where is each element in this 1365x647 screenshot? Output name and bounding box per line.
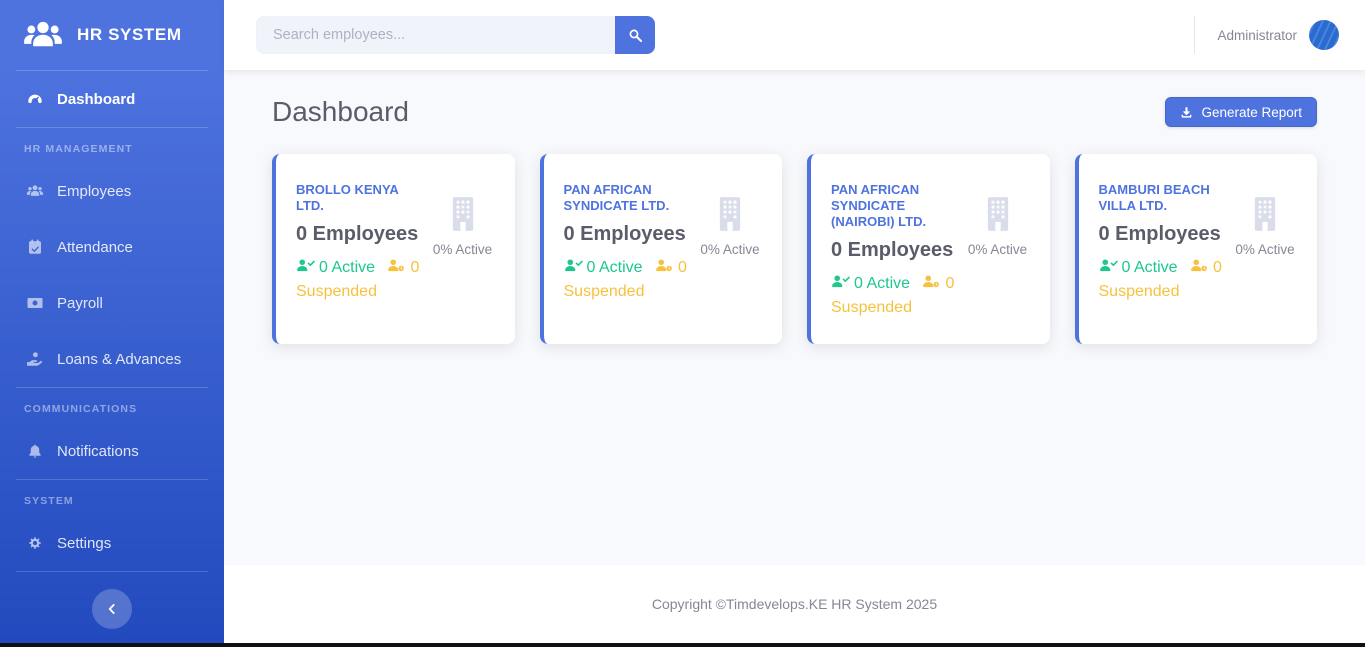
user-clock-icon [655, 259, 678, 276]
sidebar-item-label: Settings [57, 536, 111, 551]
sidebar-heading-hr-management: HR MANAGEMENT [0, 128, 224, 163]
main-column: Administrator Dashboard Generate Report [224, 0, 1365, 643]
percent-active: 0% Active [700, 242, 759, 257]
sidebar-item-settings[interactable]: Settings [0, 515, 224, 571]
generate-report-button[interactable]: Generate Report [1165, 97, 1317, 127]
company-name: BROLLO KENYA LTD. [296, 182, 423, 214]
search-form [256, 16, 655, 54]
user-name: Administrator [1217, 28, 1297, 43]
card-right: 0% Active [964, 182, 1032, 326]
employee-count: 0 Employees [296, 222, 423, 246]
card-badges: 0 Active 0 Suspended [564, 256, 691, 304]
calendar-check-icon [24, 239, 46, 255]
card-left: PAN AFRICAN SYNDICATE (NAIROBI) LTD. 0 E… [831, 182, 958, 326]
hand-holding-dollar-icon [24, 351, 46, 367]
sidebar-item-label: Notifications [57, 444, 139, 459]
company-name: PAN AFRICAN SYNDICATE LTD. [564, 182, 691, 214]
money-bill-icon [24, 295, 46, 311]
building-icon [1251, 196, 1279, 232]
sidebar-collapse-button[interactable] [92, 589, 132, 629]
copyright-text: Copyright ©Timdevelops.KE HR System 2025 [652, 596, 937, 612]
card-left: BROLLO KENYA LTD. 0 Employees 0 Active 0… [296, 182, 423, 326]
sidebar-item-employees[interactable]: Employees [0, 163, 224, 219]
card-left: BAMBURI BEACH VILLA LTD. 0 Employees 0 A… [1099, 182, 1226, 326]
company-card: PAN AFRICAN SYNDICATE (NAIROBI) LTD. 0 E… [807, 154, 1050, 344]
employee-count: 0 Employees [1099, 222, 1226, 246]
company-cards: BROLLO KENYA LTD. 0 Employees 0 Active 0… [272, 154, 1317, 344]
user-check-icon [564, 259, 587, 276]
active-badge: 0 Active [831, 275, 910, 292]
company-card: BAMBURI BEACH VILLA LTD. 0 Employees 0 A… [1075, 154, 1318, 344]
sidebar-item-payroll[interactable]: Payroll [0, 275, 224, 331]
active-badge: 0 Active [296, 259, 375, 276]
avatar [1309, 20, 1339, 50]
percent-active: 0% Active [1235, 242, 1294, 257]
sidebar-item-notifications[interactable]: Notifications [0, 423, 224, 479]
footer: Copyright ©Timdevelops.KE HR System 2025 [224, 565, 1365, 643]
chevron-left-icon [106, 603, 118, 615]
sidebar-item-loans-advances[interactable]: Loans & Advances [0, 331, 224, 387]
company-card: BROLLO KENYA LTD. 0 Employees 0 Active 0… [272, 154, 515, 344]
app-window: HR SYSTEM Dashboard HR MANAGEMENT Employ… [0, 0, 1365, 643]
sidebar-item-dashboard[interactable]: Dashboard [0, 71, 224, 127]
gear-icon [24, 535, 46, 551]
user-check-icon [296, 259, 319, 276]
users-icon [24, 183, 46, 199]
card-badges: 0 Active 0 Suspended [296, 256, 423, 304]
user-check-icon [831, 275, 854, 292]
search-button[interactable] [615, 16, 655, 54]
active-badge: 0 Active [1099, 259, 1178, 276]
user-check-icon [1099, 259, 1122, 276]
building-icon [984, 196, 1012, 232]
bell-icon [24, 443, 46, 459]
user-clock-icon [387, 259, 410, 276]
brand[interactable]: HR SYSTEM [0, 0, 224, 70]
percent-active: 0% Active [968, 242, 1027, 257]
search-icon [628, 28, 643, 43]
brand-title: HR SYSTEM [77, 25, 182, 45]
content: Dashboard Generate Report BROLLO KENYA L… [224, 70, 1365, 565]
sidebar-item-label: Payroll [57, 296, 103, 311]
tachometer-icon [24, 91, 46, 107]
user-clock-icon [1190, 259, 1213, 276]
topbar: Administrator [224, 0, 1365, 70]
sidebar-heading-communications: COMMUNICATIONS [0, 388, 224, 423]
card-right: 0% Active [696, 182, 764, 326]
card-right: 0% Active [429, 182, 497, 326]
generate-report-label: Generate Report [1201, 105, 1302, 120]
window-bottom-edge [0, 643, 1365, 647]
user-menu[interactable]: Administrator [1217, 20, 1339, 50]
card-left: PAN AFRICAN SYNDICATE LTD. 0 Employees 0… [564, 182, 691, 326]
sidebar-item-label: Attendance [57, 240, 133, 255]
card-badges: 0 Active 0 Suspended [1099, 256, 1226, 304]
user-clock-icon [922, 275, 945, 292]
employee-count: 0 Employees [831, 238, 958, 262]
percent-active: 0% Active [433, 242, 492, 257]
sidebar-toggle-wrap [0, 572, 224, 629]
page-head: Dashboard Generate Report [272, 96, 1317, 128]
building-icon [449, 196, 477, 232]
company-card: PAN AFRICAN SYNDICATE LTD. 0 Employees 0… [540, 154, 783, 344]
sidebar: HR SYSTEM Dashboard HR MANAGEMENT Employ… [0, 0, 224, 643]
sidebar-item-label: Employees [57, 184, 131, 199]
sidebar-item-attendance[interactable]: Attendance [0, 219, 224, 275]
building-icon [716, 196, 744, 232]
sidebar-heading-system: SYSTEM [0, 480, 224, 515]
company-name: PAN AFRICAN SYNDICATE (NAIROBI) LTD. [831, 182, 958, 230]
company-name: BAMBURI BEACH VILLA LTD. [1099, 182, 1226, 214]
search-input[interactable] [256, 16, 615, 54]
sidebar-item-label: Loans & Advances [57, 352, 181, 367]
active-badge: 0 Active [564, 259, 643, 276]
page-title: Dashboard [272, 96, 409, 128]
card-badges: 0 Active 0 Suspended [831, 272, 958, 320]
users-icon [22, 18, 64, 52]
sidebar-item-label: Dashboard [57, 92, 135, 107]
topbar-right: Administrator [1194, 16, 1339, 54]
card-right: 0% Active [1231, 182, 1299, 326]
download-icon [1180, 106, 1193, 119]
employee-count: 0 Employees [564, 222, 691, 246]
topbar-divider [1194, 16, 1195, 54]
